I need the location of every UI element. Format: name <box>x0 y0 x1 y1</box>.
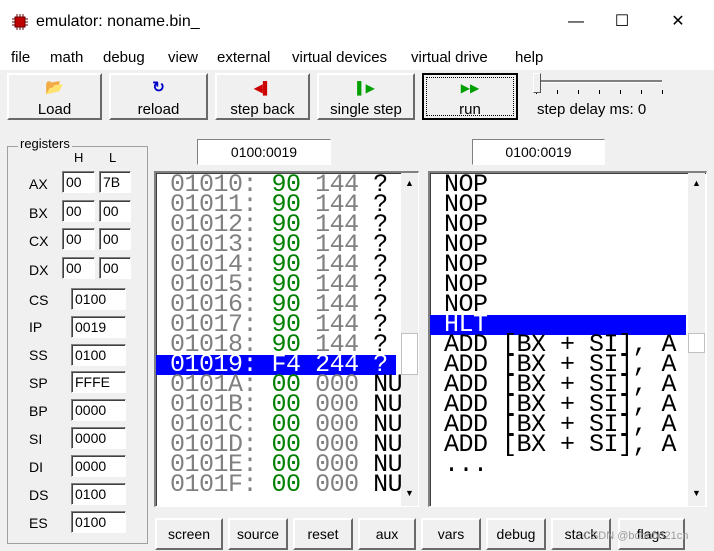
app-chip-icon <box>12 14 28 30</box>
register-di-label: DI <box>29 459 43 475</box>
slider-tick <box>620 90 621 94</box>
register-cx-label: CX <box>29 233 49 249</box>
run-icon: ▶▶ <box>460 81 480 95</box>
register-cs-field[interactable]: 0100 <box>71 288 126 310</box>
single-step-icon: ▌▶ <box>357 81 375 95</box>
register-bp-field[interactable]: 0000 <box>71 399 126 421</box>
register-ss-field[interactable]: 0100 <box>71 344 126 366</box>
step-back-label: step back <box>230 101 295 118</box>
menu-math[interactable]: math <box>50 49 83 66</box>
load-label: Load <box>37 101 72 118</box>
memory-scroll-thumb[interactable] <box>401 333 418 375</box>
vars-button[interactable]: vars <box>421 518 481 550</box>
register-ax-label: AX <box>29 176 48 192</box>
menu-view[interactable]: view <box>168 49 198 66</box>
register-bx-label: BX <box>29 205 48 221</box>
close-button[interactable]: ✕ <box>655 0 701 44</box>
register-bh-field[interactable]: 00 <box>62 200 95 222</box>
scroll-down-arrow[interactable]: ▼ <box>401 485 418 502</box>
open-folder-icon: 📂 <box>45 79 64 96</box>
register-dx-label: DX <box>29 262 49 278</box>
register-ip-field[interactable]: 0019 <box>71 316 126 338</box>
register-cs-label: CS <box>29 292 49 308</box>
screen-button[interactable]: screen <box>155 518 223 550</box>
register-si-label: SI <box>29 431 43 447</box>
run-label: run <box>459 101 481 118</box>
disasm-scrollbar[interactable]: ▲ ▼ <box>688 173 705 506</box>
register-ch-field[interactable]: 00 <box>62 228 95 250</box>
registers-title: registers <box>18 136 72 151</box>
register-dl-field[interactable]: 00 <box>99 257 131 279</box>
source-button[interactable]: source <box>228 518 288 550</box>
register-es-field[interactable]: 0100 <box>71 511 126 533</box>
register-es-label: ES <box>29 515 48 531</box>
menu-external[interactable]: external <box>217 49 270 66</box>
register-sp-field[interactable]: FFFE <box>71 371 126 393</box>
scroll-up-arrow[interactable]: ▲ <box>688 175 705 192</box>
register-bl-field[interactable]: 00 <box>99 200 131 222</box>
high-byte-header: H <box>74 150 84 165</box>
run-button[interactable]: ▶▶ run <box>422 73 518 120</box>
disasm-scroll-thumb[interactable] <box>688 333 705 353</box>
menu-virtual-devices[interactable]: virtual devices <box>292 49 387 66</box>
memory-address-field[interactable]: 0100:0019 <box>197 139 331 165</box>
minimize-button[interactable]: — <box>553 0 599 44</box>
register-ds-label: DS <box>29 487 49 503</box>
memory-address: 0101F: <box>170 470 258 499</box>
disasm-row[interactable]: ... <box>444 452 488 477</box>
menu-debug[interactable]: debug <box>103 49 145 66</box>
memory-scrollbar[interactable]: ▲ ▼ <box>401 173 418 506</box>
register-si-field[interactable]: 0000 <box>71 427 126 449</box>
menu-help[interactable]: help <box>515 49 543 66</box>
register-bp-label: BP <box>29 403 48 419</box>
step-delay-slider-track[interactable] <box>536 80 662 83</box>
scroll-up-arrow[interactable]: ▲ <box>401 175 418 192</box>
reload-label: reload <box>137 101 180 118</box>
register-al-field[interactable]: 7B <box>99 171 131 193</box>
register-sp-label: SP <box>29 375 48 391</box>
register-di-field[interactable]: 0000 <box>71 455 126 477</box>
load-button[interactable]: 📂 Load <box>7 73 102 120</box>
slider-tick <box>578 90 579 94</box>
register-ip-label: IP <box>29 319 43 335</box>
slider-tick <box>557 90 558 94</box>
register-cl-field[interactable]: 00 <box>99 228 131 250</box>
maximize-button[interactable]: ☐ <box>599 0 645 44</box>
window-title: emulator: noname.bin_ <box>36 13 200 30</box>
step-back-button[interactable]: ◀▌ step back <box>215 73 310 120</box>
register-ah-field[interactable]: 00 <box>62 171 95 193</box>
slider-tick <box>662 90 663 94</box>
low-byte-header: L <box>109 150 117 165</box>
debug-button[interactable]: debug <box>486 518 546 550</box>
step-delay-slider-thumb[interactable] <box>533 73 541 93</box>
register-ss-label: SS <box>29 347 48 363</box>
watermark: CSDN @bcbobo21cn <box>583 530 689 542</box>
step-back-icon: ◀▌ <box>253 81 272 95</box>
register-ds-field[interactable]: 0100 <box>71 483 126 505</box>
step-delay-label: step delay ms: 0 <box>537 101 647 118</box>
menu-virtual-drive[interactable]: virtual drive <box>411 49 488 66</box>
reload-icon: ↻ <box>152 79 165 96</box>
memory-hex-value: 00 <box>271 470 302 499</box>
slider-tick <box>599 90 600 94</box>
slider-tick <box>641 90 642 94</box>
single-step-label: single step <box>330 101 402 118</box>
reset-button[interactable]: reset <box>293 518 353 550</box>
memory-char: NU <box>373 470 403 499</box>
disasm-address-field[interactable]: 0100:0019 <box>472 139 605 165</box>
memory-row[interactable]: 0101F: 00 000 NU <box>170 472 403 497</box>
scroll-down-arrow[interactable]: ▼ <box>688 485 705 502</box>
reload-button[interactable]: ↻ reload <box>109 73 208 120</box>
single-step-button[interactable]: ▌▶ single step <box>317 73 415 120</box>
disassembly-listing[interactable]: NOP NOP NOP NOP NOP NOP NOP HLT ADD [BX + SI], A… <box>428 171 707 507</box>
menu-file[interactable]: file <box>11 49 30 66</box>
register-dh-field[interactable]: 00 <box>62 257 95 279</box>
aux-button[interactable]: aux <box>358 518 416 550</box>
memory-dec-value: 000 <box>315 470 359 499</box>
memory-listing[interactable]: 01010: 90 144 ? 01011: 90 144 ? 01012: 90 … <box>154 171 419 507</box>
